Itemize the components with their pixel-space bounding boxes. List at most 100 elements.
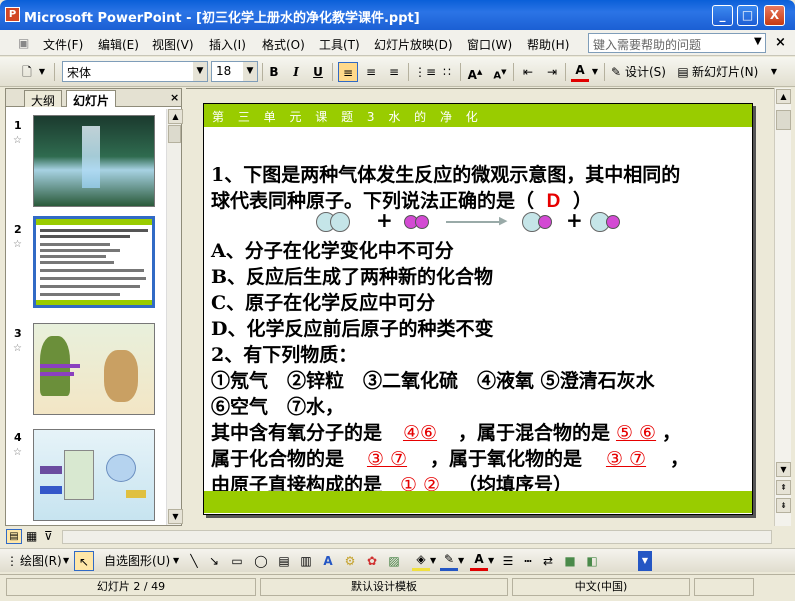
view-buttons-row: ▤ ▦ ⊽ xyxy=(0,526,795,548)
increase-indent-icon[interactable]: ⇥ xyxy=(542,62,562,82)
line-color-dropdown-icon[interactable]: ▼ xyxy=(458,551,464,571)
menu-edit[interactable]: 编辑(E) xyxy=(98,36,139,53)
numbered-list-icon[interactable]: ⋮≡ xyxy=(414,62,436,82)
panel-close-icon[interactable]: × xyxy=(170,91,179,104)
clipart-icon[interactable]: ✿ xyxy=(364,551,380,571)
menu-tools[interactable]: 工具(T) xyxy=(319,36,360,53)
rectangle-tool-icon[interactable]: ▭ xyxy=(228,551,246,571)
menu-insert[interactable]: 插入(I) xyxy=(209,36,246,53)
slide-thumbnail-4[interactable] xyxy=(33,429,155,521)
design-button[interactable]: 设计(S) xyxy=(625,62,666,82)
arrow-style-icon[interactable]: ⇄ xyxy=(540,551,556,571)
3d-style-icon[interactable]: ◧ xyxy=(584,551,600,571)
font-select[interactable]: 宋体 ▼ xyxy=(62,61,208,82)
help-search-input[interactable]: 键入需要帮助的问题 xyxy=(588,33,766,53)
select-pointer-icon[interactable]: ↖ xyxy=(74,551,94,571)
atom-magenta xyxy=(415,215,429,229)
tab-outline[interactable]: 大纲 xyxy=(24,90,63,108)
animation-star-icon: ☆ xyxy=(13,343,22,354)
normal-view-icon[interactable]: ▤ xyxy=(6,529,22,544)
horizontal-scrollbar[interactable] xyxy=(62,530,772,544)
title-bar: P Microsoft PowerPoint - [初三化学上册水的净化教学课件… xyxy=(0,0,795,30)
menu-format[interactable]: 格式(O) xyxy=(262,36,305,53)
answer-oxygen-molecules: ④⑥ xyxy=(402,422,438,444)
wordart-icon[interactable]: A xyxy=(320,551,336,571)
draw-font-color-dropdown-icon[interactable]: ▼ xyxy=(488,551,494,571)
minimize-button[interactable]: _ xyxy=(712,5,733,26)
slide-thumbnail-2[interactable] xyxy=(33,216,155,308)
prev-slide-icon[interactable]: ⇞ xyxy=(776,480,791,495)
textbox-tool-icon[interactable]: ▤ xyxy=(276,551,292,571)
waterfall-image xyxy=(82,126,100,188)
draw-toolbar-options-icon[interactable]: ▼ xyxy=(638,551,652,571)
draw-font-color-icon[interactable]: A xyxy=(470,551,488,571)
menu-file[interactable]: 文件(F) xyxy=(43,36,83,53)
shadow-style-icon[interactable]: ■ xyxy=(562,551,578,571)
increase-font-icon[interactable]: A▲ xyxy=(465,62,485,82)
maximize-button[interactable]: □ xyxy=(737,5,758,26)
menu-window[interactable]: 窗口(W) xyxy=(467,36,512,53)
bullet-list-icon[interactable]: ∷ xyxy=(437,62,457,82)
slide-sorter-icon[interactable]: ▦ xyxy=(26,529,37,543)
decrease-font-icon[interactable]: A▼ xyxy=(490,62,510,82)
new-doc-dropdown-icon[interactable]: ▼ xyxy=(37,62,47,82)
panel-scroll-thumb[interactable] xyxy=(168,125,181,143)
doc-menu-icon[interactable]: ▣ xyxy=(18,36,29,50)
italic-button[interactable]: I xyxy=(287,62,305,82)
question-2-line-2: 属于化合物的是 ③ ⑦ ，属于氧化物的是 ③ ⑦ ， xyxy=(211,444,689,471)
new-slide-button[interactable]: 新幻灯片(N) xyxy=(692,62,758,82)
scroll-down-icon[interactable]: ▼ xyxy=(776,462,791,477)
editor-scroll-thumb[interactable] xyxy=(776,110,791,130)
font-size-value: 18 xyxy=(216,64,232,78)
draw-dropdown-icon[interactable]: ▼ xyxy=(63,551,69,571)
oval-tool-icon[interactable]: ◯ xyxy=(252,551,270,571)
q2-line2-text-a: 属于化合物的是 xyxy=(211,448,345,470)
menu-slideshow[interactable]: 幻灯片放映(D) xyxy=(374,36,453,53)
toolbar-options-icon[interactable]: ▼ xyxy=(768,62,780,82)
autoshape-button[interactable]: 自选图形(U) xyxy=(104,551,170,571)
editor-scrollbar[interactable]: ▲ ▼ ⇞ ⇟ xyxy=(774,88,791,526)
font-color-button[interactable]: A xyxy=(571,62,589,82)
align-center-icon[interactable]: ≡ xyxy=(361,62,381,82)
q2-line2-text-c: ， xyxy=(670,448,690,470)
fill-color-icon[interactable]: ◈ xyxy=(412,551,430,571)
font-color-dropdown-icon[interactable]: ▼ xyxy=(590,62,600,82)
line-color-icon[interactable]: ✎ xyxy=(440,551,458,571)
answer-oxides: ③ ⑦ xyxy=(605,448,647,470)
close-button[interactable]: X xyxy=(764,5,785,26)
scroll-up-icon[interactable]: ▲ xyxy=(168,109,183,124)
help-dropdown-icon[interactable]: ▼ xyxy=(754,36,762,47)
dash-style-icon[interactable]: ┅ xyxy=(520,551,536,571)
slide-thumbnail-1[interactable] xyxy=(33,115,155,207)
underline-button[interactable]: U xyxy=(309,62,327,82)
menu-view[interactable]: 视图(V) xyxy=(152,36,194,53)
slide-thumbnail-3[interactable] xyxy=(33,323,155,415)
animation-star-icon: ☆ xyxy=(13,239,22,250)
fill-dropdown-icon[interactable]: ▼ xyxy=(430,551,436,571)
scroll-down-icon[interactable]: ▼ xyxy=(168,509,183,524)
arrow-tool-icon[interactable]: ↘ xyxy=(206,551,222,571)
menu-help[interactable]: 帮助(H) xyxy=(527,36,569,53)
font-size-select[interactable]: 18 ▼ xyxy=(211,61,258,82)
menu-close-icon[interactable]: × xyxy=(775,35,786,50)
bold-button[interactable]: B xyxy=(265,62,283,82)
slide-canvas[interactable]: 第 三 单 元 课 题 3 水 的 净 化 1、下图是两种气体发生反应的微观示意… xyxy=(203,103,753,515)
vertical-textbox-icon[interactable]: ▥ xyxy=(298,551,314,571)
picture-icon[interactable]: ▨ xyxy=(386,551,402,571)
draw-menu-button[interactable]: 绘图(R) xyxy=(20,551,62,571)
align-left-icon[interactable]: ≡ xyxy=(338,62,358,82)
diagram-icon[interactable]: ⚙ xyxy=(342,551,358,571)
scroll-up-icon[interactable]: ▲ xyxy=(776,89,791,104)
autoshape-dropdown-icon[interactable]: ▼ xyxy=(173,551,179,571)
question-1-answer: D xyxy=(546,191,561,212)
animation-star-icon: ☆ xyxy=(13,447,22,458)
align-right-icon[interactable]: ≡ xyxy=(384,62,404,82)
decrease-indent-icon[interactable]: ⇤ xyxy=(518,62,538,82)
new-doc-icon[interactable]: 🗋 xyxy=(18,62,36,82)
slideshow-view-icon[interactable]: ⊽ xyxy=(44,529,53,543)
panel-scrollbar[interactable]: ▲ ▼ xyxy=(166,109,183,525)
line-style-icon[interactable]: ☰ xyxy=(500,551,516,571)
next-slide-icon[interactable]: ⇟ xyxy=(776,498,791,513)
tab-slides[interactable]: 幻灯片 xyxy=(66,90,117,108)
line-tool-icon[interactable]: ╲ xyxy=(186,551,202,571)
